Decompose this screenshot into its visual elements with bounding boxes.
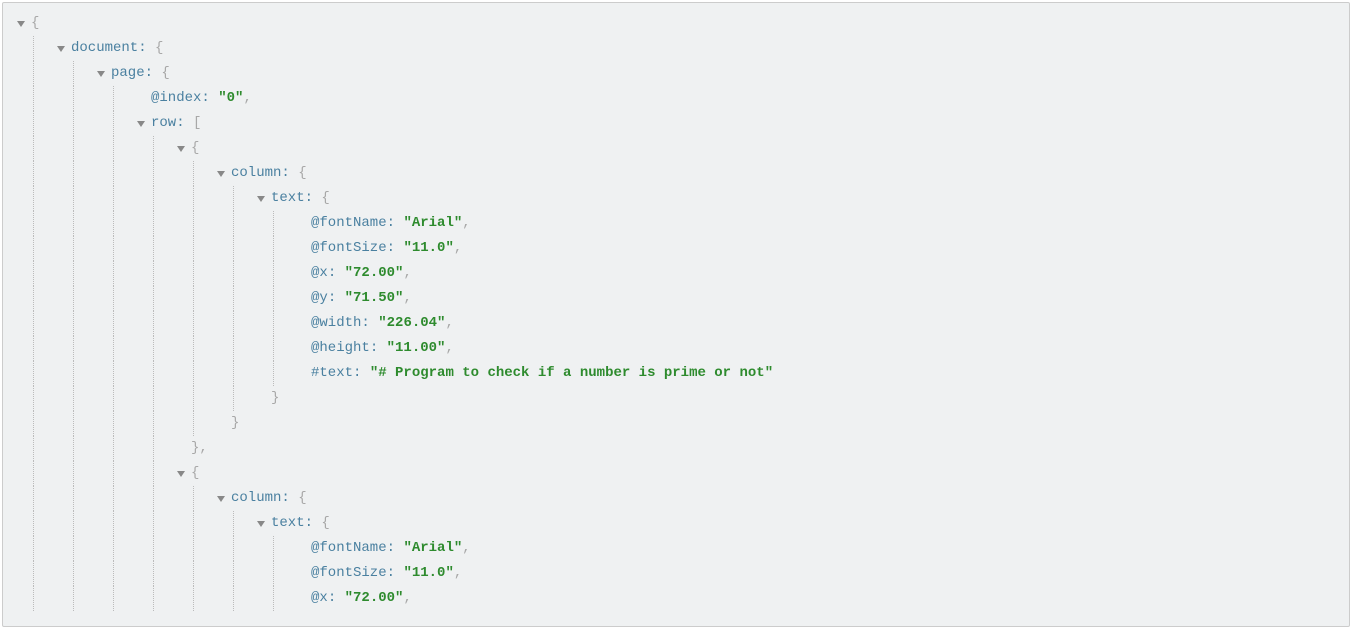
tree-row: } — [31, 386, 1349, 411]
tree-row: @fontName: "Arial", — [31, 536, 1349, 561]
close-brace: } — [271, 390, 279, 406]
tree-row: @fontSize: "11.0", — [31, 236, 1349, 261]
tree-row: @index: "0", — [31, 86, 1349, 111]
tree-row: { — [31, 461, 1349, 486]
chevron-down-icon[interactable] — [137, 121, 145, 127]
value-width: "226.04" — [378, 315, 445, 331]
tree-row: page: { — [31, 61, 1349, 86]
key-fontname: @fontName — [311, 215, 387, 231]
tree-row: { — [31, 11, 1349, 36]
tree-row: @fontSize: "11.0", — [31, 561, 1349, 586]
chevron-down-icon[interactable] — [177, 471, 185, 477]
chevron-down-icon[interactable] — [57, 46, 65, 52]
tree-row: } — [31, 411, 1349, 436]
tree-row: text: { — [31, 186, 1349, 211]
value-hashtext: "# Program to check if a number is prime… — [370, 365, 773, 381]
chevron-down-icon[interactable] — [177, 146, 185, 152]
key-document: document — [71, 40, 138, 56]
key-text: text — [271, 515, 305, 531]
tree-row: #text: "# Program to check if a number i… — [31, 361, 1349, 386]
tree-row: row: [ — [31, 111, 1349, 136]
key-column: column — [231, 490, 281, 506]
value-height: "11.00" — [387, 340, 446, 356]
tree-row: column: { — [31, 486, 1349, 511]
tree-row: @height: "11.00", — [31, 336, 1349, 361]
chevron-down-icon[interactable] — [257, 521, 265, 527]
key-width: @width — [311, 315, 361, 331]
tree-row: document: { — [31, 36, 1349, 61]
chevron-down-icon[interactable] — [97, 71, 105, 77]
open-brace: { — [31, 15, 39, 31]
close-brace-comma: }, — [191, 440, 208, 456]
close-brace: } — [231, 415, 239, 431]
tree-row: column: { — [31, 161, 1349, 186]
key-fontsize: @fontSize — [311, 565, 387, 581]
tree-row: @x: "72.00", — [31, 586, 1349, 611]
tree-row: @y: "71.50", — [31, 286, 1349, 311]
value-fontname: "Arial" — [403, 540, 462, 556]
tree-row: text: { — [31, 511, 1349, 536]
key-text: text — [271, 190, 305, 206]
key-fontname: @fontName — [311, 540, 387, 556]
content: { document: { page: { — [3, 3, 1349, 626]
key-height: @height — [311, 340, 370, 356]
json-tree-viewer: { document: { page: { — [2, 2, 1350, 627]
value-x: "72.00" — [345, 265, 404, 281]
value-fontname: "Arial" — [403, 215, 462, 231]
tree-row: { — [31, 136, 1349, 161]
key-row: row — [151, 115, 176, 131]
key-hashtext: #text — [311, 365, 353, 381]
key-x: @x — [311, 265, 328, 281]
key-column: column — [231, 165, 281, 181]
key-index: @index — [151, 90, 201, 106]
tree-row: @width: "226.04", — [31, 311, 1349, 336]
value-fontsize: "11.0" — [403, 565, 453, 581]
key-page: page — [111, 65, 145, 81]
scroll-area[interactable]: { document: { page: { — [3, 3, 1349, 626]
chevron-down-icon[interactable] — [217, 496, 225, 502]
key-fontsize: @fontSize — [311, 240, 387, 256]
key-y: @y — [311, 290, 328, 306]
value-x: "72.00" — [345, 590, 404, 606]
tree-row: @fontName: "Arial", — [31, 211, 1349, 236]
chevron-down-icon[interactable] — [217, 171, 225, 177]
tree-row: @x: "72.00", — [31, 261, 1349, 286]
tree-row: }, — [31, 436, 1349, 461]
value-fontsize: "11.0" — [403, 240, 453, 256]
value-y: "71.50" — [345, 290, 404, 306]
value-index: "0" — [218, 90, 243, 106]
key-x: @x — [311, 590, 328, 606]
chevron-down-icon[interactable] — [257, 196, 265, 202]
chevron-down-icon[interactable] — [17, 21, 25, 27]
